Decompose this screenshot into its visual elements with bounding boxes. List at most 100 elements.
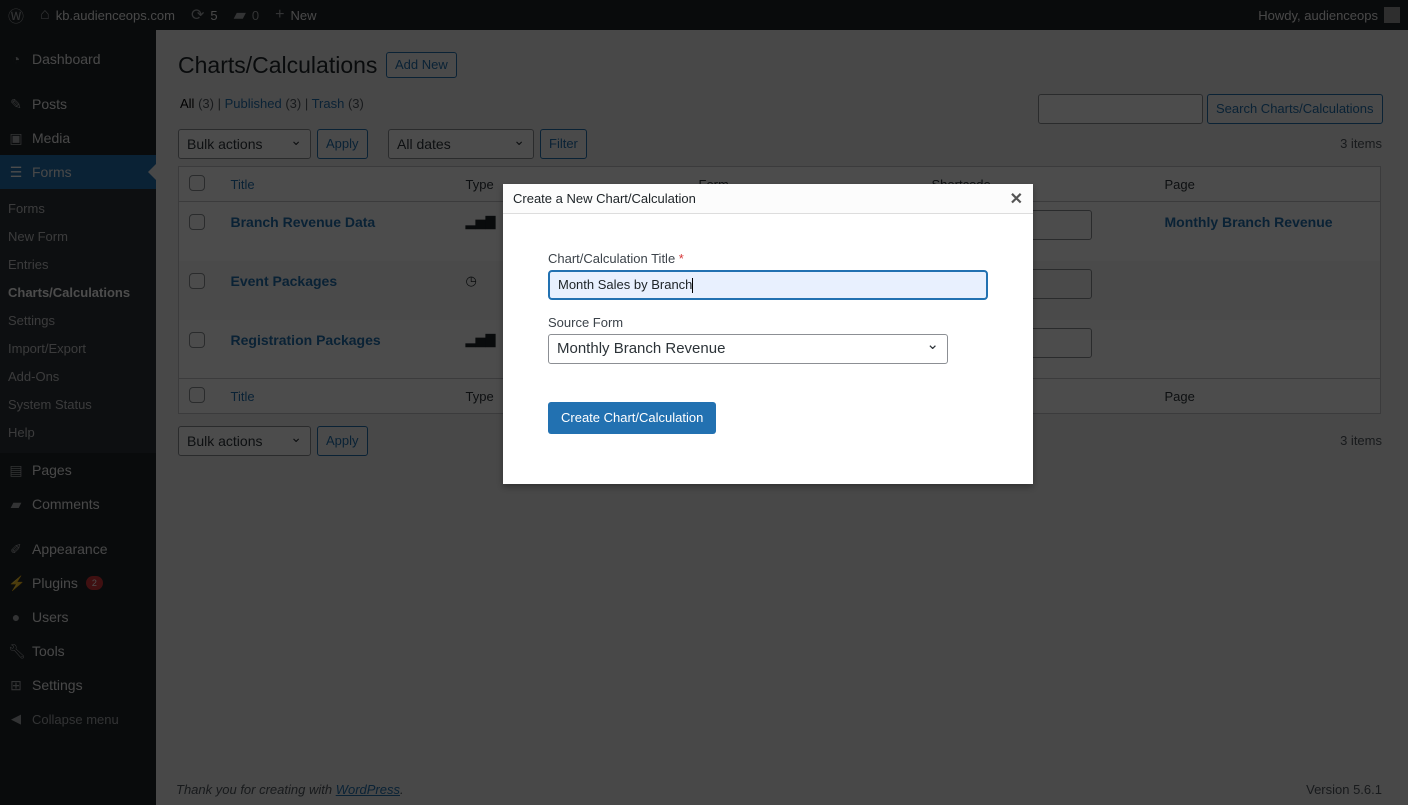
menu-label: Settings bbox=[32, 677, 83, 693]
admin-sidebar: ◔ Dashboard ✎ Posts ▣ Media ☰ Forms Forms Ne… bbox=[0, 30, 156, 805]
add-new-button[interactable]: Add New bbox=[386, 52, 457, 78]
new-content-link[interactable]: + New bbox=[267, 6, 324, 24]
input-value: Month Sales by Branch bbox=[558, 277, 693, 292]
avatar bbox=[1384, 7, 1400, 23]
column-page: Page bbox=[1154, 378, 1381, 414]
submenu-help[interactable]: Help bbox=[0, 419, 156, 447]
dashboard-icon: ◔ bbox=[11, 51, 21, 67]
items-count: 3 items bbox=[1340, 136, 1382, 151]
comment-icon: ▰ bbox=[10, 495, 22, 512]
apply-button[interactable]: Apply bbox=[317, 129, 368, 159]
menu-appearance[interactable]: ✐ Appearance bbox=[0, 532, 156, 566]
filter-button[interactable]: Filter bbox=[540, 129, 587, 159]
collapse-icon: ◀ bbox=[11, 711, 21, 726]
select-all-checkbox[interactable] bbox=[189, 386, 205, 403]
comment-icon: ▰ bbox=[233, 7, 246, 24]
menu-label: Pages bbox=[32, 462, 72, 478]
chart-title-input[interactable]: Month Sales by Branch bbox=[548, 270, 988, 300]
row-checkbox[interactable] bbox=[189, 272, 205, 289]
refresh-icon: ⟳ bbox=[190, 7, 205, 24]
menu-plugins[interactable]: ⚡ Plugins 2 bbox=[0, 566, 156, 600]
menu-settings[interactable]: ⊞ Settings bbox=[0, 668, 156, 702]
filter-trash[interactable]: Trash bbox=[312, 96, 345, 111]
account-menu[interactable]: Howdy, audienceops bbox=[1258, 7, 1408, 23]
submenu-new-form[interactable]: New Form bbox=[0, 223, 156, 251]
filter-published[interactable]: Published bbox=[225, 96, 282, 111]
source-form-label: Source Form bbox=[548, 315, 624, 330]
label-text: Chart/Calculation Title bbox=[548, 251, 676, 266]
wordpress-logo-icon[interactable]: Ⓦ bbox=[0, 3, 32, 27]
new-label: New bbox=[290, 7, 317, 23]
menu-users[interactable]: ● Users bbox=[0, 600, 156, 634]
home-icon: ⌂ bbox=[40, 6, 50, 23]
menu-label: Posts bbox=[32, 96, 68, 112]
menu-posts[interactable]: ✎ Posts bbox=[0, 87, 156, 121]
required-marker: * bbox=[678, 251, 684, 266]
submenu-entries[interactable]: Entries bbox=[0, 251, 156, 279]
submenu-import-export[interactable]: Import/Export bbox=[0, 335, 156, 363]
menu-label: Forms bbox=[32, 164, 72, 180]
site-name: kb.audienceops.com bbox=[55, 7, 175, 23]
search-button[interactable]: Search Charts/Calculations bbox=[1207, 94, 1383, 124]
updates-count: 5 bbox=[210, 7, 218, 23]
comments-link[interactable]: ▰ 0 bbox=[226, 5, 268, 25]
updates-link[interactable]: ⟳ 5 bbox=[183, 5, 226, 25]
column-title[interactable]: Title bbox=[220, 166, 456, 202]
row-title[interactable]: Branch Revenue Data bbox=[231, 214, 376, 230]
wordpress-link[interactable]: WordPress bbox=[336, 782, 400, 797]
submenu-charts[interactable]: Charts/Calculations bbox=[0, 279, 156, 307]
row-title[interactable]: Event Packages bbox=[231, 273, 338, 289]
apply-button-bottom[interactable]: Apply bbox=[317, 426, 368, 456]
title-label: Chart/Calculation Title * bbox=[548, 251, 684, 266]
wrench-icon: 🔧︎ bbox=[8, 642, 26, 659]
row-checkbox[interactable] bbox=[189, 214, 205, 230]
search-input[interactable] bbox=[1038, 94, 1203, 124]
menu-pages[interactable]: ▤ Pages bbox=[0, 453, 156, 487]
collapse-menu[interactable]: ◀ Collapse menu bbox=[0, 702, 156, 736]
filter-all[interactable]: All bbox=[180, 96, 194, 111]
pin-icon: ✎ bbox=[10, 95, 22, 112]
forms-submenu: Forms New Form Entries Charts/Calculatio… bbox=[0, 189, 156, 453]
comments-count: 0 bbox=[251, 7, 260, 23]
forms-icon: ☰ bbox=[9, 163, 23, 180]
modal-title: Create a New Chart/Calculation bbox=[513, 191, 696, 206]
menu-comments[interactable]: ▰ Comments bbox=[0, 487, 156, 521]
submenu-settings[interactable]: Settings bbox=[0, 307, 156, 335]
select-all-checkbox[interactable] bbox=[189, 174, 205, 191]
pages-icon: ▤ bbox=[9, 461, 23, 478]
source-form-select[interactable]: Monthly Branch Revenue bbox=[548, 331, 948, 364]
menu-dashboard[interactable]: ◔ Dashboard bbox=[0, 42, 156, 76]
items-count-bottom: 3 items bbox=[1340, 433, 1382, 448]
plugin-icon: ⚡ bbox=[8, 574, 26, 591]
admin-bar: Ⓦ ⌂ kb.audienceops.com ⟳ 5 ▰ 0 + New Howdy, … bbox=[0, 0, 1408, 30]
count: (3) bbox=[198, 96, 214, 111]
submenu-add-ons[interactable]: Add-Ons bbox=[0, 363, 156, 391]
menu-forms[interactable]: ☰ Forms bbox=[0, 155, 156, 189]
plus-icon: + bbox=[275, 6, 285, 23]
bulk-actions-select[interactable]: Bulk actions bbox=[178, 126, 311, 159]
plugins-badge: 2 bbox=[85, 576, 103, 590]
close-icon[interactable]: ✕ bbox=[1010, 189, 1023, 209]
column-title[interactable]: Title bbox=[220, 378, 456, 414]
menu-label: Comments bbox=[32, 496, 100, 512]
menu-label: Tools bbox=[32, 643, 65, 659]
submenu-system-status[interactable]: System Status bbox=[0, 391, 156, 419]
row-checkbox[interactable] bbox=[189, 331, 205, 348]
brush-icon: ✐ bbox=[10, 540, 22, 557]
menu-tools[interactable]: 🔧︎ Tools bbox=[0, 634, 156, 668]
menu-label: Plugins bbox=[32, 575, 78, 591]
bulk-actions-select-bottom[interactable]: Bulk actions bbox=[178, 423, 311, 456]
footer-text: Thank you for creating with bbox=[176, 782, 336, 797]
dates-select[interactable]: All dates bbox=[388, 126, 534, 159]
menu-label: Collapse menu bbox=[32, 711, 119, 727]
menu-label: Media bbox=[32, 130, 71, 146]
count: (3) bbox=[285, 96, 302, 111]
create-chart-button[interactable]: Create Chart/Calculation bbox=[548, 402, 717, 434]
submenu-forms[interactable]: Forms bbox=[0, 195, 156, 223]
site-link[interactable]: ⌂ kb.audienceops.com bbox=[32, 6, 183, 24]
menu-media[interactable]: ▣ Media bbox=[0, 121, 156, 155]
menu-label: Appearance bbox=[32, 541, 108, 557]
row-title[interactable]: Registration Packages bbox=[231, 332, 381, 348]
row-page-link[interactable]: Monthly Branch Revenue bbox=[1165, 214, 1333, 230]
column-page: Page bbox=[1154, 166, 1381, 202]
